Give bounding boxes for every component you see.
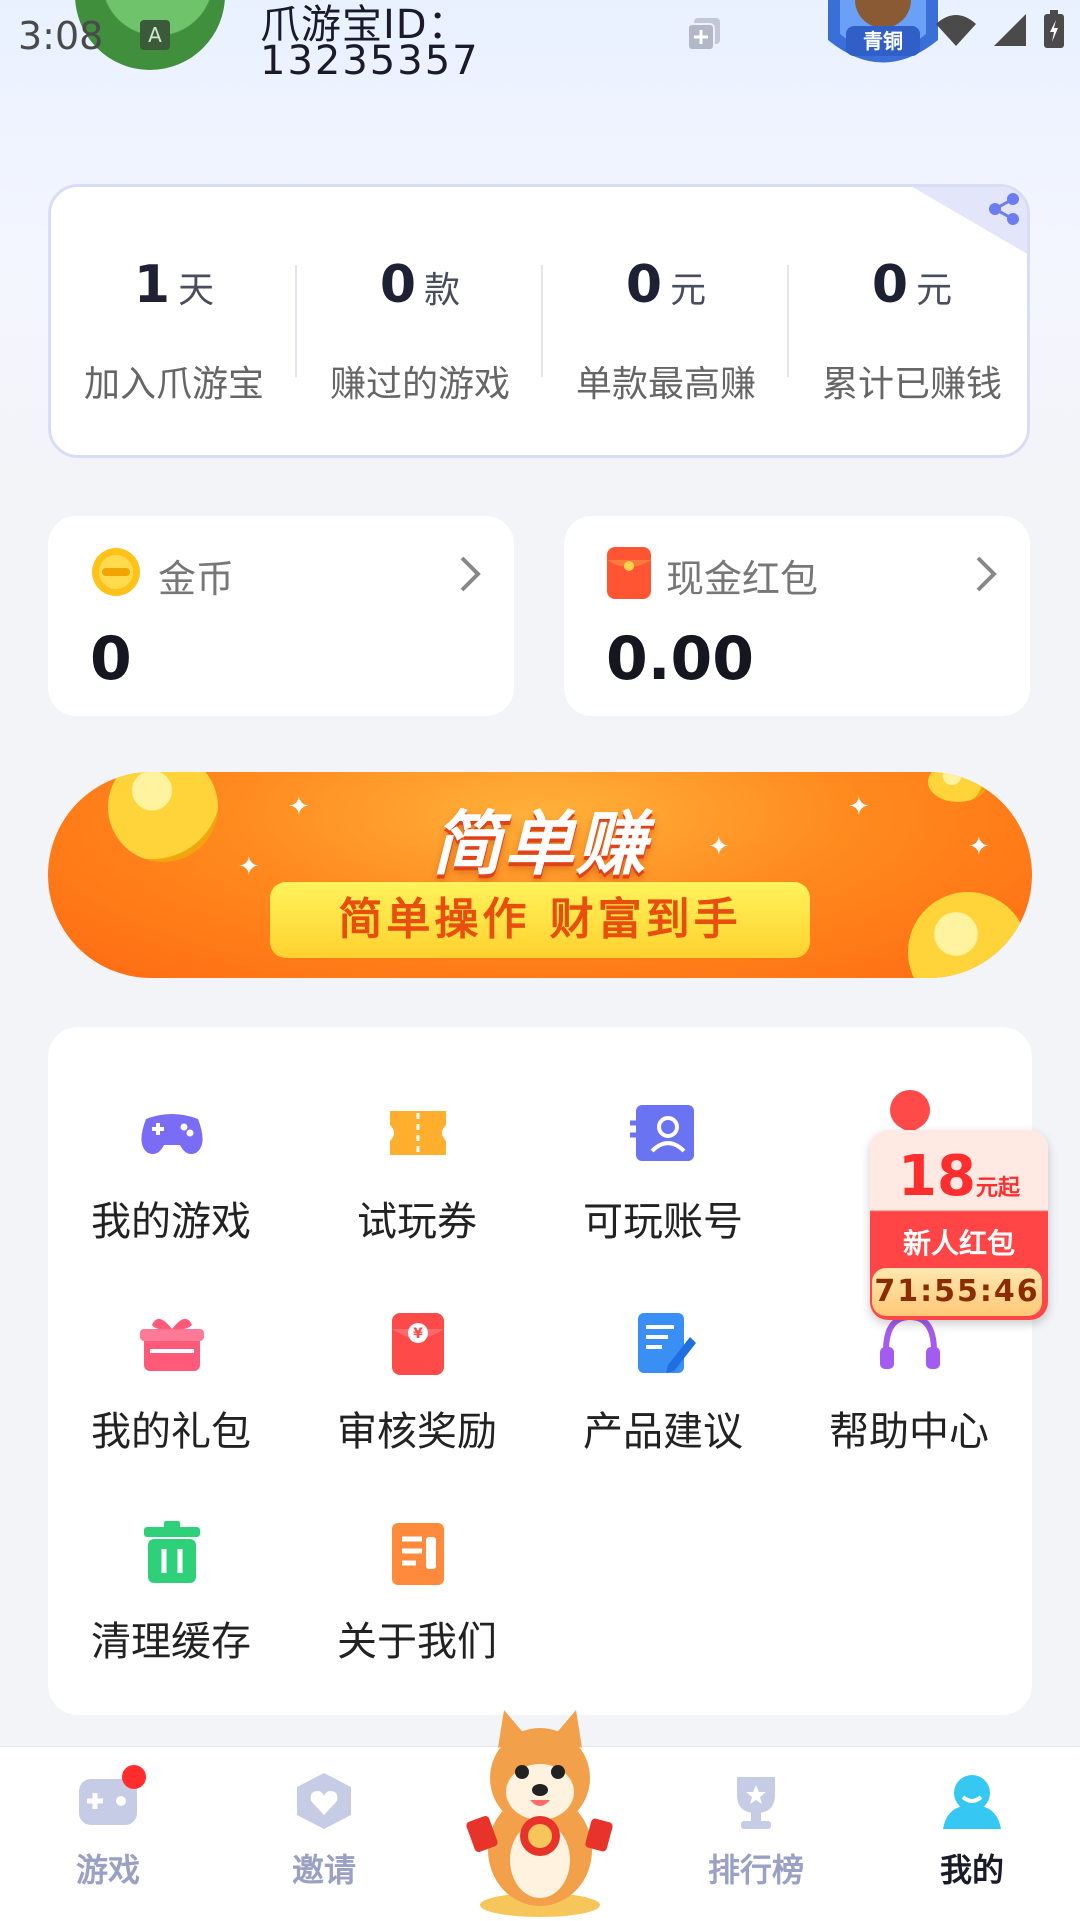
status-time: 3:08 (18, 14, 104, 58)
nav-label: 我的 (939, 1851, 1004, 1889)
menu-product-suggestion[interactable]: 产品建议 (540, 1307, 786, 1487)
level-badge-text: 青铜 (863, 29, 903, 53)
stat-unit: 元 (670, 270, 707, 311)
battery-icon (1044, 10, 1064, 48)
status-icons (934, 10, 1066, 50)
coins-title: 金币 (158, 557, 235, 601)
stat-max-single: 0元 单款最高赚 (543, 255, 789, 405)
ticket-icon (390, 1111, 446, 1155)
invite-nav-icon (297, 1773, 351, 1829)
banner-title: 简单赚 (432, 803, 648, 885)
menu-label: 帮助中心 (829, 1409, 989, 1455)
promo-amount-value: 18 (898, 1144, 976, 1209)
menu-label: 产品建议 (583, 1409, 743, 1455)
stats-card: 1天 加入爪游宝 0款 赚过的游戏 0元 单款最高赚 0元 累计已赚钱 (48, 184, 1030, 458)
promo-pin (890, 1090, 930, 1130)
stat-unit: 元 (916, 270, 953, 311)
promo-body: 18元起 新人红包 71:55:46 (870, 1130, 1048, 1320)
stat-join-days: 1天 加入爪游宝 (51, 255, 297, 405)
stat-games-earned: 0款 赚过的游戏 (297, 255, 543, 405)
menu-my-games[interactable]: 我的游戏 (48, 1097, 294, 1277)
nav-label: 游戏 (75, 1851, 140, 1889)
stat-value: 0 (379, 255, 417, 315)
promo-title: 新人红包 (902, 1227, 1015, 1260)
cash-value: 0.00 (606, 624, 755, 694)
stat-unit: 天 (178, 270, 215, 311)
stat-label: 赚过的游戏 (329, 364, 510, 405)
nav-invite[interactable]: 邀请 (244, 1771, 404, 1891)
menu-trial-ticket[interactable]: 试玩券 (294, 1097, 540, 1277)
nav-games[interactable]: 游戏 (28, 1765, 188, 1891)
nav-label: 排行榜 (707, 1851, 804, 1889)
banner-subtitle: 简单操作 财富到手 (270, 882, 810, 958)
simple-earn-banner[interactable]: ✦ ✦ ✦ ✦ ✦ 简单赚 简单操作 财富到手 (48, 772, 1032, 978)
shiba-mascot-icon[interactable] (460, 1700, 620, 1920)
suggestion-icon (638, 1313, 696, 1373)
bronze-medal-icon: 青铜 (828, 0, 938, 63)
menu-label: 我的游戏 (91, 1199, 251, 1245)
cash-card[interactable]: 现金红包 0.00 (564, 516, 1030, 716)
menu-label: 我的礼包 (91, 1409, 251, 1455)
new-user-red-packet[interactable]: 18元起 新人红包 71:55:46 (870, 1090, 1048, 1336)
stat-value: 0 (625, 255, 663, 315)
gift-icon (140, 1318, 204, 1371)
menu-label: 审核奖励 (337, 1409, 497, 1455)
svg-text:¥: ¥ (413, 1326, 423, 1342)
coins-card[interactable]: 金币 0 (48, 516, 514, 716)
stat-value: 0 (871, 255, 909, 315)
stat-label: 累计已赚钱 (821, 364, 1002, 405)
stat-label: 加入爪游宝 (83, 364, 264, 405)
trophy-nav-icon (737, 1777, 775, 1829)
red-packet-icon: ¥ (392, 1313, 444, 1375)
account-icon (630, 1105, 694, 1161)
coins-value: 0 (90, 624, 132, 694)
level-badge[interactable]: 青铜 (818, 0, 948, 90)
menu-label: 试玩券 (357, 1199, 477, 1245)
nav-label: 邀请 (291, 1851, 356, 1889)
chevron-right-icon (976, 556, 997, 592)
user-id-value: 13235357 (260, 38, 480, 84)
profile-nav-icon (943, 1775, 1001, 1829)
menu-label: 可玩账号 (583, 1199, 743, 1245)
nav-mine[interactable]: 我的 (892, 1771, 1052, 1891)
menu-label: 清理缓存 (91, 1619, 251, 1665)
menu-review-reward[interactable]: ¥ 审核奖励 (294, 1307, 540, 1487)
trash-icon (144, 1521, 200, 1583)
chevron-right-icon (460, 556, 481, 592)
red-packet-icon (607, 547, 651, 599)
promo-amount-unit: 元起 (975, 1176, 1020, 1201)
promo-countdown: 71:55:46 (872, 1268, 1042, 1316)
cash-title: 现金红包 (666, 557, 819, 601)
signal-icon (994, 14, 1026, 46)
menu-clear-cache[interactable]: 清理缓存 (48, 1517, 294, 1697)
avatar-badge: A (140, 20, 170, 50)
gold-coin-icon (92, 548, 140, 596)
wifi-icon (936, 15, 976, 46)
stat-value: 1 (133, 255, 171, 315)
gamepad-icon (141, 1114, 203, 1154)
stat-label: 单款最高赚 (575, 364, 756, 405)
promo-amount: 18元起 (870, 1144, 1048, 1209)
stat-unit: 款 (424, 270, 461, 311)
menu-playable-accounts[interactable]: 可玩账号 (540, 1097, 786, 1277)
menu-my-gifts[interactable]: 我的礼包 (48, 1307, 294, 1487)
menu-about-us[interactable]: 关于我们 (294, 1517, 540, 1697)
coin-decoration (908, 892, 1028, 978)
menu-label: 关于我们 (337, 1619, 497, 1665)
document-icon (392, 1523, 444, 1585)
stat-total-earned: 0元 累计已赚钱 (789, 255, 1027, 405)
nav-badge-dot (122, 1765, 146, 1789)
nav-leaderboard[interactable]: 排行榜 (676, 1771, 836, 1891)
copy-icon[interactable] (686, 16, 722, 52)
share-icon[interactable] (909, 185, 1029, 255)
